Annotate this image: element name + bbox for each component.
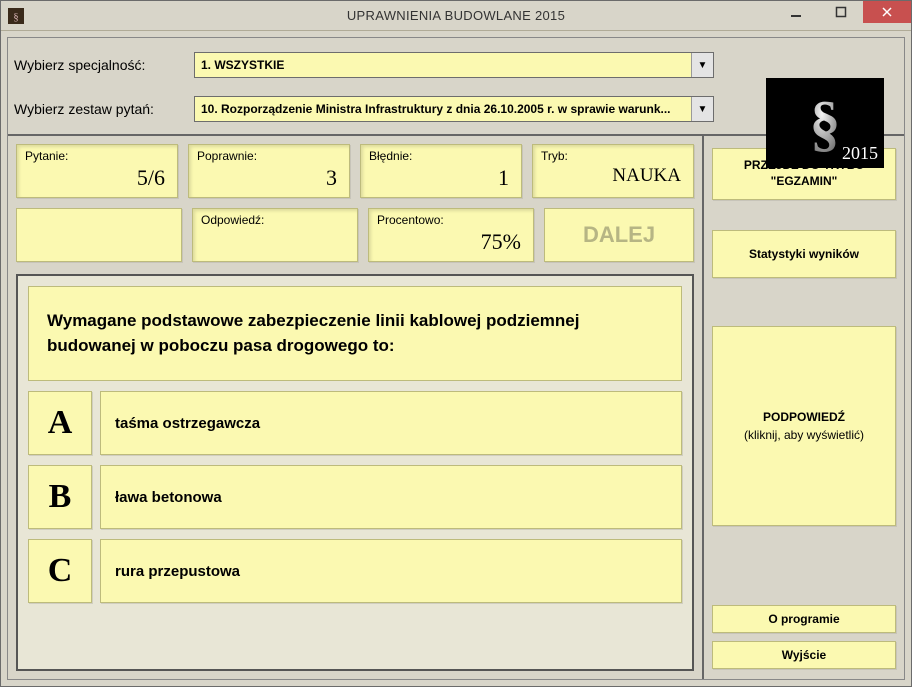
logo-area: § 2015 (756, 78, 886, 173)
speciality-row: Wybierz specjalność: 1. WSZYSTKIE ▼ (14, 52, 714, 78)
minimize-button[interactable] (773, 1, 818, 23)
stat-correct-label: Poprawnie: (197, 149, 341, 163)
answer-c-text: rura przepustowa (100, 539, 682, 603)
stats-row-1: Pytanie: 5/6 Poprawnie: 3 Błędnie: 1 Try… (16, 144, 694, 198)
stat-percent: Procentowo: 75% (368, 208, 534, 262)
hint-button[interactable]: PODPOWIEDŹ (kliknij, aby wyświetlić) (712, 326, 896, 526)
main-panel: Wybierz specjalność: 1. WSZYSTKIE ▼ Wybi… (7, 37, 905, 680)
content-frame: Wybierz specjalność: 1. WSZYSTKIE ▼ Wybi… (1, 31, 911, 686)
stat-mode-label: Tryb: (541, 149, 685, 163)
stats-row-2: Odpowiedź: Procentowo: 75% DALEJ (16, 208, 694, 262)
stat-question-value: 5/6 (25, 165, 169, 191)
question-set-value: 10. Rozporządzenie Ministra Infrastruktu… (201, 102, 671, 116)
about-button-label: O programie (768, 612, 839, 626)
logo-year: 2015 (842, 143, 878, 164)
question-area: Wymagane podstawowe zabezpieczenie linii… (16, 274, 694, 671)
question-set-combo[interactable]: 10. Rozporządzenie Ministra Infrastruktu… (194, 96, 714, 122)
stat-wrong-label: Błędnie: (369, 149, 513, 163)
question-set-row: Wybierz zestaw pytań: 10. Rozporządzenie… (14, 96, 714, 122)
stat-wrong: Błędnie: 1 (360, 144, 522, 198)
stat-wrong-value: 1 (369, 165, 513, 191)
answer-a-text: taśma ostrzegawcza (100, 391, 682, 455)
chevron-down-icon: ▼ (691, 97, 713, 121)
exit-button-label: Wyjście (782, 648, 826, 662)
window-controls (773, 1, 911, 31)
next-button[interactable]: DALEJ (544, 208, 694, 262)
stat-question: Pytanie: 5/6 (16, 144, 178, 198)
question-text: Wymagane podstawowe zabezpieczenie linii… (28, 286, 682, 381)
stats-button-label: Statystyki wyników (749, 247, 859, 261)
stats-button[interactable]: Statystyki wyników (712, 230, 896, 278)
stat-question-label: Pytanie: (25, 149, 169, 163)
answer-row-b: B ława betonowa (28, 465, 682, 529)
chevron-down-icon: ▼ (691, 53, 713, 77)
stat-correct-value: 3 (197, 165, 341, 191)
answer-row-c: C rura przepustowa (28, 539, 682, 603)
svg-text:§: § (810, 90, 841, 158)
about-button[interactable]: O programie (712, 605, 896, 633)
maximize-button[interactable] (818, 1, 863, 23)
header-area: Wybierz specjalność: 1. WSZYSTKIE ▼ Wybi… (8, 38, 904, 136)
svg-text:§: § (13, 11, 19, 23)
hint-label: PODPOWIEDŹ (763, 410, 845, 424)
question-set-label: Wybierz zestaw pytań: (14, 101, 194, 117)
app-icon: § (1, 1, 31, 31)
speciality-value: 1. WSZYSTKIE (201, 58, 284, 72)
next-button-label: DALEJ (583, 222, 655, 248)
app-window: § UPRAWNIENIA BUDOWLANE 2015 Wybierz spe… (0, 0, 912, 687)
stat-empty (16, 208, 182, 262)
hint-sublabel: (kliknij, aby wyświetlić) (744, 428, 864, 442)
answer-b-button[interactable]: B (28, 465, 92, 529)
speciality-label: Wybierz specjalność: (14, 57, 194, 73)
titlebar: § UPRAWNIENIA BUDOWLANE 2015 (1, 1, 911, 31)
close-button[interactable] (863, 1, 911, 23)
stat-correct: Poprawnie: 3 (188, 144, 350, 198)
app-logo: § 2015 (766, 78, 884, 168)
stat-mode: Tryb: NAUKA (532, 144, 694, 198)
stat-answer: Odpowiedź: (192, 208, 358, 262)
body-area: Pytanie: 5/6 Poprawnie: 3 Błędnie: 1 Try… (8, 136, 904, 679)
stat-percent-value: 75% (377, 229, 525, 255)
stat-percent-label: Procentowo: (377, 213, 525, 227)
answer-row-a: A taśma ostrzegawcza (28, 391, 682, 455)
answer-a-button[interactable]: A (28, 391, 92, 455)
sidebar: PRZEJDŹ DO TRYBU "EGZAMIN" Statystyki wy… (704, 136, 904, 679)
answer-b-text: ława betonowa (100, 465, 682, 529)
exit-button[interactable]: Wyjście (712, 641, 896, 669)
stat-answer-label: Odpowiedź: (201, 213, 349, 227)
answer-c-button[interactable]: C (28, 539, 92, 603)
stat-mode-value: NAUKA (541, 165, 685, 187)
speciality-combo[interactable]: 1. WSZYSTKIE ▼ (194, 52, 714, 78)
main-column: Pytanie: 5/6 Poprawnie: 3 Błędnie: 1 Try… (8, 136, 704, 679)
